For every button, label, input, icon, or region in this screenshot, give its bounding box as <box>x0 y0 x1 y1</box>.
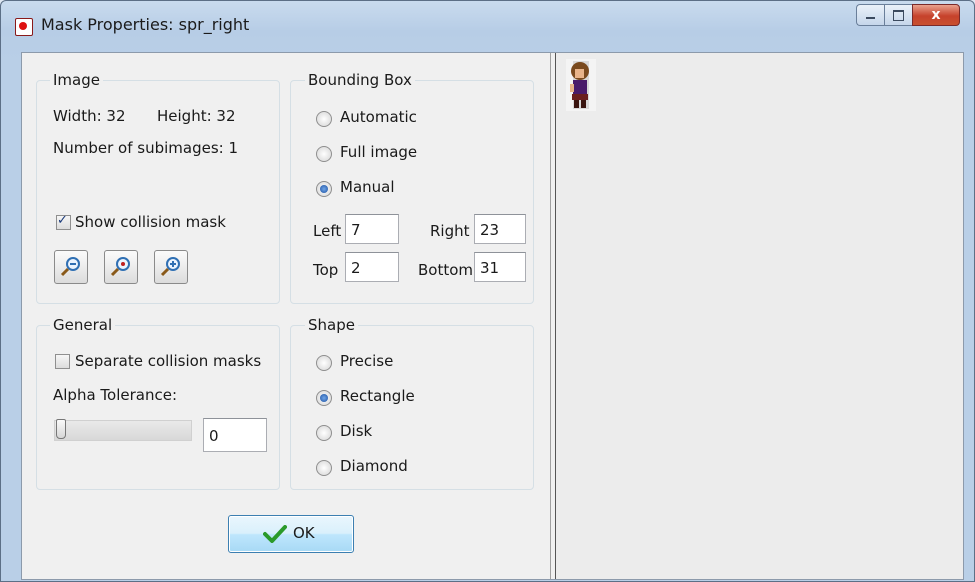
bbox-manual-radio[interactable] <box>316 181 332 197</box>
bbox-right-input[interactable]: 23 <box>474 214 526 244</box>
zoom-out-button[interactable] <box>54 250 88 284</box>
shape-rectangle-label[interactable]: Rectangle <box>340 387 415 405</box>
separate-collision-masks-label[interactable]: Separate collision masks <box>75 352 261 370</box>
zoom-out-icon <box>60 257 80 277</box>
bbox-bottom-label: Bottom <box>418 261 474 279</box>
zoom-reset-button[interactable] <box>104 250 138 284</box>
general-group <box>36 325 280 490</box>
caption-buttons: x <box>856 4 960 26</box>
bbox-full-image-radio[interactable] <box>316 146 332 162</box>
sprite-preview-image <box>566 59 596 111</box>
shape-diamond-label[interactable]: Diamond <box>340 457 408 475</box>
shape-diamond-radio[interactable] <box>316 460 332 476</box>
shape-rectangle-radio[interactable] <box>316 390 332 406</box>
bbox-right-label: Right <box>430 222 470 240</box>
bbox-full-image-label[interactable]: Full image <box>340 143 417 161</box>
bbox-left-label: Left <box>313 222 342 240</box>
image-height: Height: 32 <box>157 107 236 125</box>
subimage-count: Number of subimages: 1 <box>53 139 238 157</box>
show-collision-mask-checkbox[interactable] <box>56 213 71 230</box>
mask-preview-area[interactable] <box>556 53 963 579</box>
maximize-button[interactable] <box>884 4 912 26</box>
shape-disk-label[interactable]: Disk <box>340 422 372 440</box>
separate-collision-masks-checkbox[interactable] <box>55 354 70 369</box>
checkmark-icon <box>263 525 287 543</box>
app-icon <box>15 18 33 36</box>
bbox-automatic-radio[interactable] <box>316 111 332 127</box>
shape-precise-label[interactable]: Precise <box>340 352 393 370</box>
zoom-reset-icon <box>110 257 130 277</box>
client-area: Image Width: 32 Height: 32 Number of sub… <box>21 52 964 580</box>
properties-pane: Image Width: 32 Height: 32 Number of sub… <box>22 53 550 579</box>
bbox-top-label: Top <box>313 261 339 279</box>
shape-disk-radio[interactable] <box>316 425 332 441</box>
bbox-automatic-label[interactable]: Automatic <box>340 108 417 126</box>
close-button[interactable]: x <box>912 4 960 26</box>
image-group-title: Image <box>50 71 103 89</box>
zoom-in-button[interactable] <box>154 250 188 284</box>
bbox-top-input[interactable]: 2 <box>345 252 399 282</box>
maximize-icon <box>893 10 904 21</box>
ok-button-label: OK <box>293 524 315 542</box>
bbox-manual-label[interactable]: Manual <box>340 178 395 196</box>
alpha-tolerance-input[interactable]: 0 <box>203 418 267 452</box>
title-bar[interactable]: Mask Properties: spr_right x <box>1 1 974 49</box>
ok-button[interactable]: OK <box>228 515 354 553</box>
minimize-icon <box>866 17 875 19</box>
alpha-tolerance-slider[interactable] <box>54 420 192 441</box>
shape-precise-radio[interactable] <box>316 355 332 371</box>
image-width: Width: 32 <box>53 107 126 125</box>
mask-properties-window: Mask Properties: spr_right x Image Width… <box>0 0 975 582</box>
general-group-title: General <box>50 316 116 334</box>
bbox-bottom-input[interactable]: 31 <box>474 252 526 282</box>
shape-group-title: Shape <box>305 316 358 334</box>
minimize-button[interactable] <box>856 4 884 26</box>
zoom-in-icon <box>160 257 180 277</box>
close-icon: x <box>931 7 941 23</box>
window-title: Mask Properties: spr_right <box>41 15 250 34</box>
bounding-box-title: Bounding Box <box>305 71 415 89</box>
bbox-left-input[interactable]: 7 <box>345 214 399 244</box>
show-collision-mask-label[interactable]: Show collision mask <box>75 213 226 231</box>
alpha-tolerance-slider-thumb[interactable] <box>56 419 66 439</box>
alpha-tolerance-label: Alpha Tolerance: <box>53 386 177 404</box>
